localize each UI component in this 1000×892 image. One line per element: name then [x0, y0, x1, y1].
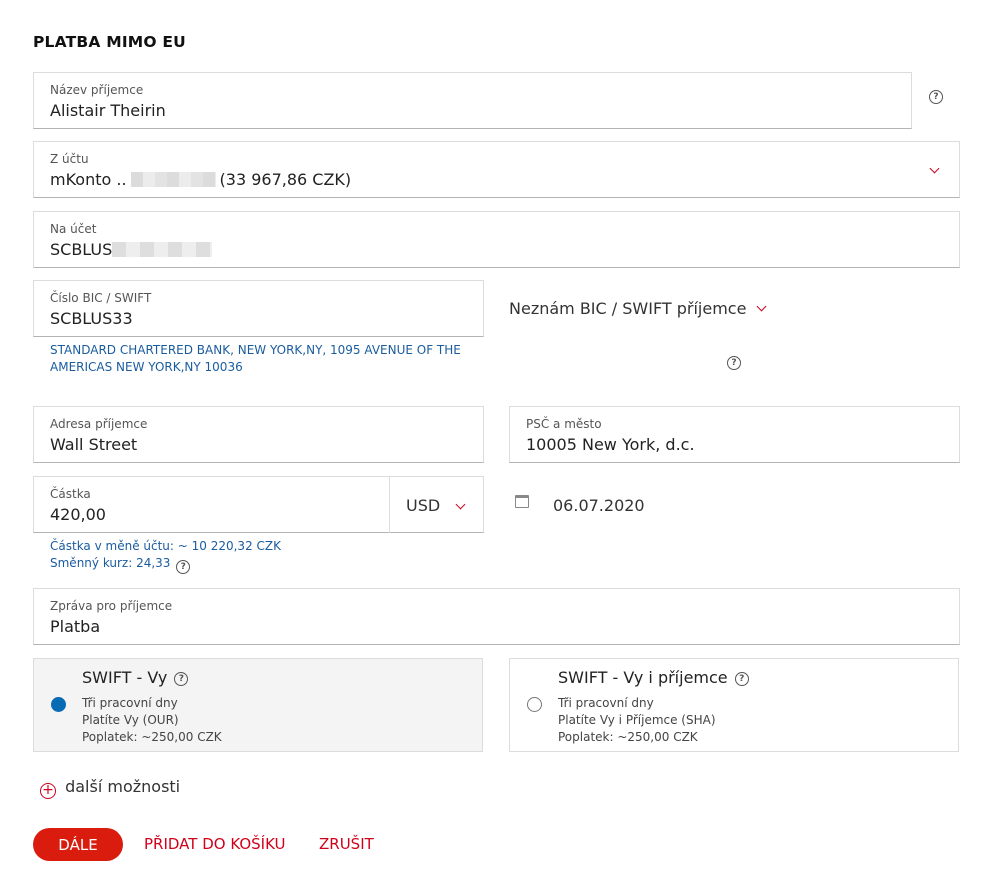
cancel-link[interactable]: ZRUŠIT: [319, 835, 374, 853]
address-value: Wall Street: [50, 435, 138, 454]
from-account-select[interactable]: Z účtu mKonto .. (33 967,86 CZK): [33, 141, 960, 198]
fee-option-title: SWIFT - Vy ?: [82, 668, 189, 688]
from-account-balance: (33 967,86 CZK): [219, 170, 352, 189]
fee-option-title: SWIFT - Vy i příjemce ?: [558, 668, 749, 688]
message-value: Platba: [50, 617, 101, 636]
fee-option-line: Platíte Vy i Příjemce (SHA): [558, 713, 716, 727]
from-account-label: Z účtu: [50, 152, 89, 166]
bank-info-line2: AMERICAS NEW YORK,NY 10036: [50, 360, 243, 374]
more-options-label: další možnosti: [65, 777, 181, 796]
recipient-name-label: Název příjemce: [50, 83, 144, 97]
help-icon[interactable]: ?: [929, 90, 943, 104]
radio-unselected[interactable]: [527, 697, 542, 712]
fee-option-sha[interactable]: SWIFT - Vy i příjemce ? Tři pracovní dny…: [509, 658, 959, 752]
from-account-value: mKonto .. (33 967,86 CZK): [50, 170, 351, 189]
fee-option-line: Platíte Vy (OUR): [82, 713, 179, 727]
fee-option-line: Poplatek: ~250,00 CZK: [82, 730, 222, 744]
converted-amount: Částka v měně účtu: ~ 10 220,32 CZK: [50, 539, 281, 553]
help-icon[interactable]: ?: [727, 356, 741, 370]
bic-label: Číslo BIC / SWIFT: [50, 291, 152, 305]
calendar-icon[interactable]: [515, 495, 529, 508]
amount-value: 420,00: [50, 505, 106, 524]
help-icon[interactable]: ?: [174, 672, 189, 686]
next-button[interactable]: DÁLE: [33, 828, 123, 861]
amount-label: Částka: [50, 487, 91, 501]
date-value[interactable]: 06.07.2020: [553, 496, 645, 515]
divider: [389, 477, 390, 533]
unknown-bic-toggle[interactable]: Neznám BIC / SWIFT příjemce: [509, 299, 766, 318]
chevron-down-icon: [756, 301, 766, 312]
fee-option-line: Tři pracovní dny: [82, 696, 178, 710]
message-label: Zpráva pro příjemce: [50, 599, 173, 613]
add-to-cart-link[interactable]: PŘIDAT DO KOŠÍKU: [144, 835, 286, 853]
amount-field[interactable]: Částka 420,00 USD: [33, 476, 484, 533]
bank-info: STANDARD CHARTERED BANK, NEW YORK,NY, 10…: [50, 342, 461, 376]
city-label: PSČ a město: [526, 417, 602, 431]
city-field[interactable]: PSČ a město 10005 New York, d.c.: [509, 406, 960, 463]
more-options-link[interactable]: + další možnosti: [40, 777, 180, 799]
from-account-prefix: mKonto ..: [50, 170, 127, 189]
recipient-name-value: Alistair Theirin: [50, 101, 166, 120]
amount-info: Částka v měně účtu: ~ 10 220,32 CZK Směn…: [50, 538, 281, 574]
chevron-down-icon: [929, 163, 940, 174]
masked-account-number: [130, 172, 216, 187]
exchange-rate: Směnný kurz: 24,33: [50, 556, 171, 570]
radio-selected[interactable]: [51, 697, 66, 712]
chevron-down-icon: [455, 499, 466, 510]
city-value: 10005 New York, d.c.: [526, 435, 695, 454]
to-account-prefix: SCBLUS: [50, 240, 113, 259]
masked-account-number: [112, 242, 213, 257]
bic-value: SCBLUS33: [50, 309, 133, 328]
address-label: Adresa příjemce: [50, 417, 148, 431]
recipient-name-field[interactable]: Název příjemce Alistair Theirin: [33, 72, 912, 129]
bic-field[interactable]: Číslo BIC / SWIFT SCBLUS33: [33, 280, 484, 337]
currency-select[interactable]: USD: [406, 496, 440, 515]
fee-option-our[interactable]: SWIFT - Vy ? Tři pracovní dny Platíte Vy…: [33, 658, 483, 752]
to-account-field[interactable]: Na účet SCBLUS: [33, 211, 960, 268]
address-field[interactable]: Adresa příjemce Wall Street: [33, 406, 484, 463]
plus-circle-icon: +: [40, 783, 56, 799]
help-icon[interactable]: ?: [176, 560, 191, 574]
exchange-rate-row: Směnný kurz: 24,33 ?: [50, 555, 281, 574]
to-account-value: SCBLUS: [50, 240, 213, 259]
page-title: PLATBA MIMO EU: [33, 33, 186, 51]
help-icon[interactable]: ?: [734, 672, 749, 686]
fee-option-line: Poplatek: ~250,00 CZK: [558, 730, 698, 744]
unknown-bic-label: Neznám BIC / SWIFT příjemce: [509, 299, 747, 318]
bank-info-line1: STANDARD CHARTERED BANK, NEW YORK,NY, 10…: [50, 343, 461, 357]
message-field[interactable]: Zpráva pro příjemce Platba: [33, 588, 960, 645]
fee-option-line: Tři pracovní dny: [558, 696, 654, 710]
to-account-label: Na účet: [50, 222, 97, 236]
